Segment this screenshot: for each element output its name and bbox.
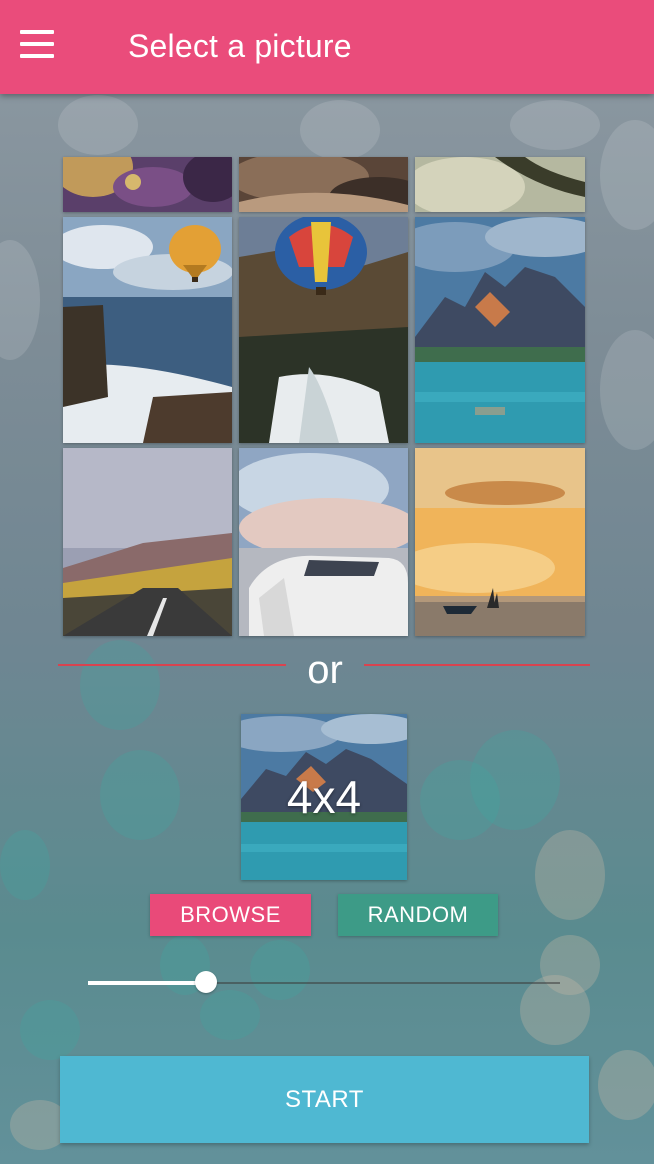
gallery-picture-flowers[interactable] [63, 157, 232, 212]
divider-line-left [58, 664, 286, 666]
gallery-picture-balloon-waterfall[interactable] [239, 217, 408, 443]
gallery-picture-mountain-road[interactable] [63, 448, 232, 636]
gallery-picture-white-car[interactable] [239, 448, 408, 636]
slider-fill [88, 981, 206, 985]
puzzle-preview[interactable]: 4x4 [241, 714, 407, 880]
start-button[interactable]: START [60, 1056, 589, 1143]
browse-button[interactable]: BROWSE [150, 894, 311, 936]
gallery-picture-sunset-sea[interactable] [415, 448, 585, 636]
gallery-picture-mountain-lake[interactable] [415, 217, 585, 443]
divider-line-right [364, 664, 590, 666]
slider-thumb[interactable] [195, 971, 217, 993]
grid-size-label: 4x4 [286, 771, 362, 823]
app-bar: Select a picture [0, 0, 654, 94]
random-button[interactable]: RANDOM [338, 894, 498, 936]
page-title: Select a picture [128, 28, 352, 64]
difficulty-slider[interactable] [88, 968, 560, 998]
gallery-picture-animal[interactable] [239, 157, 408, 212]
divider-or-text: or [307, 648, 343, 692]
gallery-picture-balloon-coast[interactable] [63, 217, 232, 443]
gallery-picture-branch[interactable] [415, 157, 585, 212]
hamburger-menu-icon[interactable] [20, 30, 60, 64]
